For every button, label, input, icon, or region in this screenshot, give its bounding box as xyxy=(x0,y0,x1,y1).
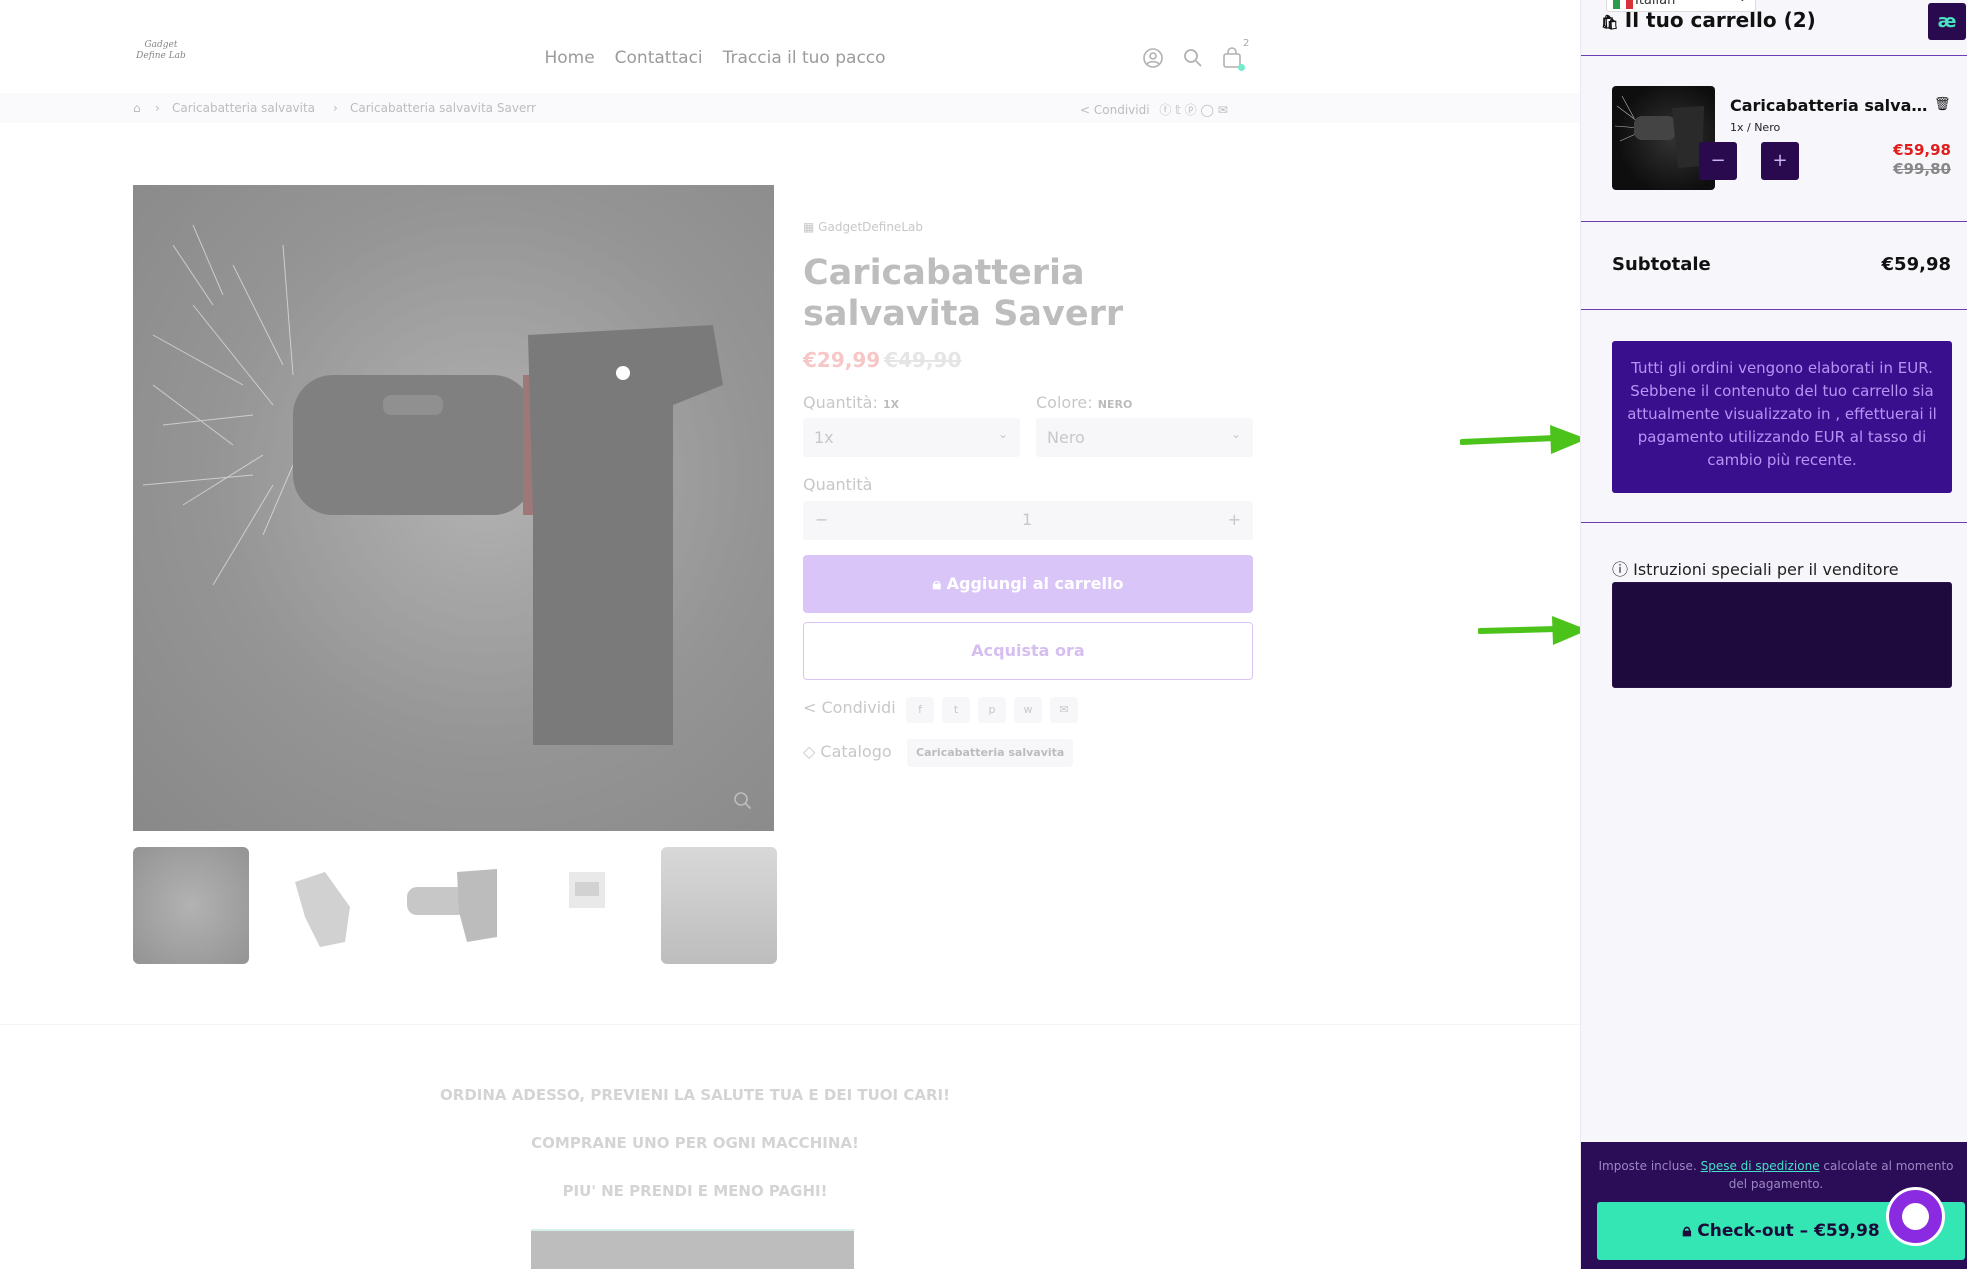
cart-item-price: €59,98 xyxy=(1893,141,1951,159)
drawer-divider xyxy=(1581,55,1967,56)
language-selector[interactable]: Italian ⌄ xyxy=(1606,0,1756,12)
currency-notice: Tutti gli ordini vengono elaborati in EU… xyxy=(1612,341,1952,493)
drawer-divider xyxy=(1581,309,1967,310)
cart-icon: 🛍︎ xyxy=(1601,15,1619,31)
checkout-label: Check-out – €59,98 xyxy=(1697,1221,1880,1241)
drawer-divider xyxy=(1581,221,1967,222)
cart-item-variant: 1x / Nero xyxy=(1730,121,1781,134)
shipping-link[interactable]: Spese di spedizione xyxy=(1701,1159,1820,1173)
chevron-down-icon: ⌄ xyxy=(1738,0,1747,4)
annotation-arrow xyxy=(1478,616,1588,645)
close-icon-glyph: æ xyxy=(1937,11,1957,32)
subtotal-label: Subtotale xyxy=(1612,254,1711,275)
close-icon[interactable]: æ xyxy=(1928,3,1966,40)
chat-icon[interactable] xyxy=(1886,1187,1945,1246)
cart-item-compare-price: €99,80 xyxy=(1893,160,1951,178)
page-overlay[interactable] xyxy=(0,0,1580,1269)
taxes-text: Imposte incluse. xyxy=(1598,1159,1697,1173)
instructions-label-text: Istruzioni speciali per il venditore xyxy=(1633,560,1899,579)
trash-icon[interactable]: 🗑︎ xyxy=(1934,97,1951,112)
cart-drawer: 🛍︎Il tuo carrello (2) Italian ⌄ æ Carica… xyxy=(1580,0,1967,1269)
italy-flag-icon xyxy=(1613,0,1634,9)
drawer-divider xyxy=(1581,522,1967,523)
increase-quantity-button[interactable]: + xyxy=(1761,142,1799,180)
cart-item-name[interactable]: Caricabatteria salvavita Saverr xyxy=(1730,96,1930,115)
lock-icon: 🔒︎ xyxy=(1682,1221,1692,1241)
info-icon: ⓘ xyxy=(1612,560,1629,579)
instructions-label: ⓘ Istruzioni speciali per il venditore xyxy=(1612,556,1899,580)
subtotal-value: €59,98 xyxy=(1881,254,1951,275)
instructions-textarea[interactable] xyxy=(1612,582,1952,688)
language-label: Italian xyxy=(1635,0,1676,8)
annotation-arrow xyxy=(1460,425,1587,454)
decrease-quantity-button[interactable]: − xyxy=(1699,142,1737,180)
